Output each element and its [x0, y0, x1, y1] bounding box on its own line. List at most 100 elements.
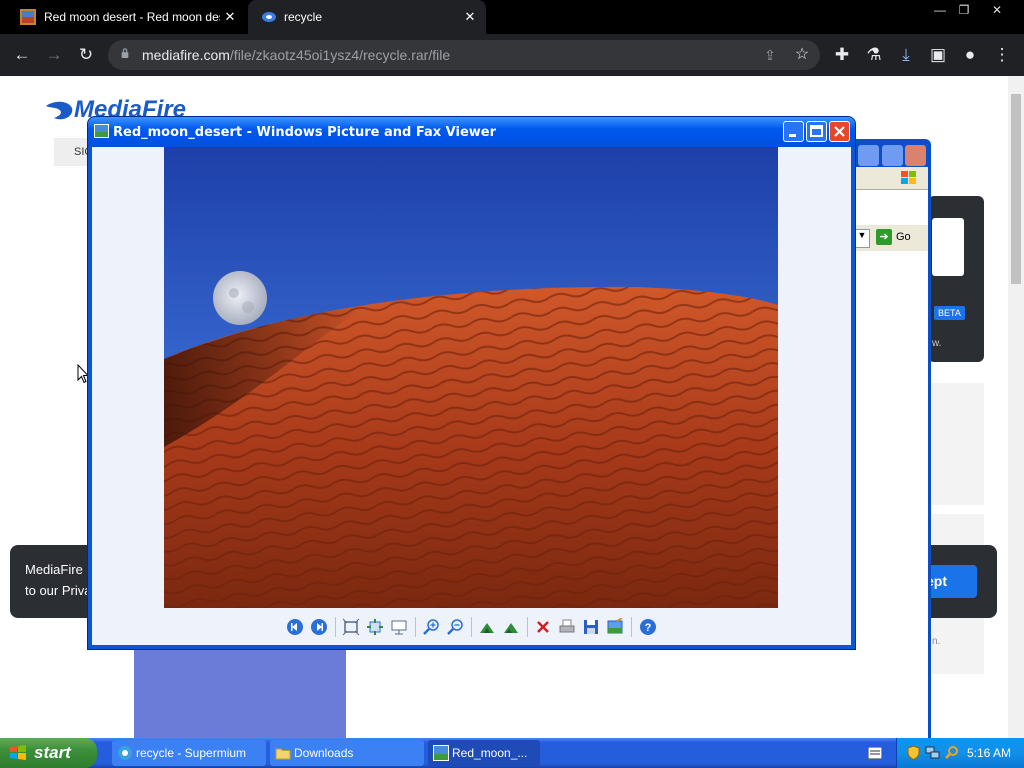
address-dropdown-icon[interactable]: ▼	[854, 229, 870, 248]
edit-image-icon[interactable]	[606, 618, 624, 636]
side-text: w.	[932, 338, 942, 349]
viewer-client-area: ?	[92, 147, 851, 645]
labs-flask-icon[interactable]: ⚗	[862, 43, 886, 67]
clock[interactable]: 5:16 AM	[967, 746, 1011, 760]
tab-title: Red moon desert - Red moon deser	[44, 10, 220, 24]
restore-icon[interactable]: ❐	[953, 2, 975, 18]
share-icon[interactable]: ⇪	[758, 43, 782, 67]
cookie-text-line1: MediaFire u	[25, 562, 94, 577]
close-icon[interactable]	[905, 145, 926, 166]
ie-address-row: ▼ ➔ Go	[848, 225, 928, 251]
toolbar-separator	[631, 617, 632, 637]
network-icon[interactable]	[925, 745, 940, 760]
reload-icon[interactable]: ↻	[74, 43, 98, 67]
side-panel-icon[interactable]: ▣	[926, 43, 950, 67]
close-button[interactable]	[829, 121, 850, 142]
browser-tab-strip: Red moon desert - Red moon deser ✕ recyc…	[0, 0, 1024, 34]
print-icon[interactable]	[558, 618, 576, 636]
next-image-icon[interactable]	[310, 618, 328, 636]
keyboard-language-icon[interactable]	[868, 747, 882, 759]
viewer-title: Red_moon_desert - Windows Picture and Fa…	[113, 125, 497, 140]
maximize-icon	[810, 125, 823, 137]
forward-icon[interactable]: →	[42, 43, 66, 67]
minimize-icon[interactable]	[858, 145, 879, 166]
background-ie-window[interactable]: ▼ ➔ Go	[848, 139, 931, 738]
task-label: recycle - Supermium	[136, 746, 247, 760]
page-scrollbar[interactable]	[1008, 76, 1024, 738]
picture-viewer-icon	[433, 745, 449, 761]
picture-viewer-icon	[94, 124, 109, 138]
close-tab-icon[interactable]: ✕	[220, 9, 240, 25]
back-icon[interactable]: ←	[10, 43, 34, 67]
zoom-out-icon[interactable]	[446, 618, 464, 636]
minimize-button[interactable]	[783, 121, 804, 142]
minimize-icon[interactable]: —	[929, 2, 951, 18]
zoom-in-icon[interactable]	[422, 618, 440, 636]
picture-viewer-window[interactable]: Red_moon_desert - Windows Picture and Fa…	[88, 117, 855, 649]
profile-avatar-icon[interactable]: ●	[958, 43, 982, 67]
url-text: mediafire.com/file/zkaotz45oi1ysz4/recyc…	[142, 47, 450, 63]
mediafire-flame-icon	[46, 101, 73, 119]
rotate-clockwise-icon[interactable]	[478, 618, 496, 636]
maximize-button[interactable]	[806, 121, 827, 142]
task-label: Red_moon_...	[452, 746, 528, 760]
side-text: n.	[932, 636, 941, 647]
url-host: mediafire.com	[142, 47, 230, 63]
close-icon	[834, 126, 845, 137]
viewer-toolbar: ?	[92, 614, 851, 640]
taskbar-item-picture-viewer[interactable]: Red_moon_...	[428, 740, 540, 766]
bookmark-star-icon[interactable]: ☆	[790, 43, 814, 67]
task-label: Downloads	[294, 746, 354, 760]
system-tray: 5:16 AM	[896, 738, 1024, 768]
url-path: /file/zkaotz45oi1ysz4/recycle.rar/file	[229, 47, 451, 63]
windows-taskbar: start recycle - Supermium Downloads Red_…	[0, 738, 1024, 768]
go-label: Go	[896, 231, 911, 243]
extensions-icon[interactable]: ✚	[830, 43, 854, 67]
side-panel-1	[932, 383, 984, 505]
scrollbar-thumb[interactable]	[1011, 94, 1021, 284]
rotate-counterclockwise-icon[interactable]	[502, 618, 520, 636]
maximize-icon[interactable]	[882, 145, 903, 166]
slideshow-icon[interactable]	[390, 618, 408, 636]
delete-icon[interactable]	[534, 618, 552, 636]
best-fit-icon[interactable]	[342, 618, 360, 636]
browser-icon	[118, 746, 132, 760]
mediafire-favicon-icon	[262, 12, 276, 22]
go-button[interactable]: ➔ Go	[876, 229, 911, 245]
image-favicon-icon	[20, 9, 36, 25]
previous-image-icon[interactable]	[286, 618, 304, 636]
windows-flag-icon	[10, 745, 26, 760]
actual-size-icon[interactable]	[366, 618, 384, 636]
tab-title: recycle	[284, 10, 323, 24]
beta-badge: BETA	[934, 306, 965, 320]
folder-icon	[275, 748, 291, 760]
security-shield-icon[interactable]	[906, 745, 921, 760]
viewer-title-bar[interactable]: Red_moon_desert - Windows Picture and Fa…	[88, 117, 855, 147]
ie-client-area: ▼ ➔ Go	[848, 167, 928, 738]
save-copy-icon[interactable]	[582, 618, 600, 636]
close-window-icon[interactable]: ✕	[986, 2, 1008, 18]
promo-box	[932, 218, 964, 276]
taskbar-item-downloads[interactable]: Downloads	[270, 740, 424, 766]
windows-logo-icon	[901, 171, 916, 184]
tab-recycle[interactable]: recycle ✕	[248, 0, 486, 34]
purple-banner	[134, 648, 346, 738]
close-tab-icon[interactable]: ✕	[460, 9, 480, 25]
address-bar[interactable]: mediafire.com/file/zkaotz45oi1ysz4/recyc…	[108, 40, 820, 70]
search-magnifier-icon[interactable]	[944, 745, 959, 760]
toolbar-separator	[527, 617, 528, 637]
start-button[interactable]: start	[0, 738, 97, 768]
menu-kebab-icon[interactable]: ⋮	[990, 43, 1014, 67]
help-icon[interactable]: ?	[639, 618, 657, 636]
toolbar-separator	[471, 617, 472, 637]
browser-toolbar: ← → ↻ mediafire.com/file/zkaotz45oi1ysz4…	[0, 34, 1024, 76]
lock-icon	[121, 48, 129, 58]
tab-red-moon-desert[interactable]: Red moon desert - Red moon deser ✕	[8, 0, 246, 34]
ie-toolbar	[848, 167, 928, 190]
download-icon[interactable]: ⤓	[894, 43, 918, 67]
cookie-text-line2[interactable]: to our Priva	[25, 583, 91, 598]
toolbar-separator	[415, 617, 416, 637]
start-label: start	[34, 743, 71, 762]
desert-photo[interactable]	[164, 147, 778, 608]
taskbar-item-supermium[interactable]: recycle - Supermium	[112, 740, 266, 766]
